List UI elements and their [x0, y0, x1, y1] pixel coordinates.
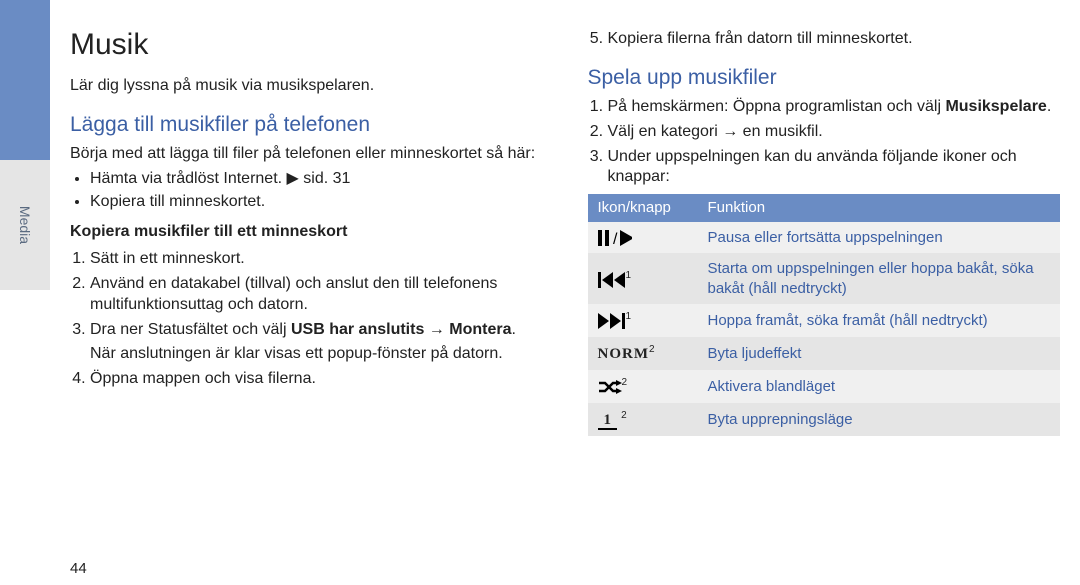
table-row: 1 Starta om uppspelningen eller hoppa ba… [588, 253, 1061, 304]
play-step-1-app-bold: Musikspelare [945, 98, 1046, 115]
copy-steps-continued: Kopiera filerna från datorn till minnesk… [588, 29, 1061, 50]
table-row: 1 Hoppa framåt, söka framåt (håll nedtry… [588, 304, 1061, 337]
cell-func-skip-back: Starta om uppspelningen eller hoppa bakå… [698, 253, 1061, 304]
cell-icon-repeat-one: 1 2 [588, 403, 698, 437]
cell-func-pause-play: Pausa eller fortsätta uppspelningen [698, 222, 1061, 254]
superscript: 2 [649, 344, 655, 355]
play-step-1: På hemskärmen: Öppna programlistan och v… [608, 97, 1061, 118]
pause-play-icon: / [598, 230, 632, 246]
add-files-intro: Börja med att lägga till filer på telefo… [70, 144, 543, 165]
sidebar-accent [0, 0, 50, 160]
page-number: 44 [70, 560, 87, 577]
intro-text: Lär dig lyssna på musik via musikspelare… [70, 76, 543, 97]
copy-step-1: Sätt in ett minneskort. [90, 249, 543, 270]
add-files-bullets: Hämta via trådlöst Internet. ▶ sid. 31 K… [70, 169, 543, 213]
cell-func-shuffle: Aktivera blandläget [698, 370, 1061, 403]
copy-step-2: Använd en datakabel (tillval) och anslut… [90, 274, 543, 316]
copy-step-3-dot: . [511, 321, 515, 338]
page-title: Musik [70, 25, 543, 64]
svg-text:/: / [613, 231, 618, 246]
copy-step-3-arrow: → [424, 321, 449, 338]
table-row: / Pausa eller fortsätta uppspelningen [588, 222, 1061, 254]
shuffle-icon [598, 379, 622, 395]
cell-icon-skip-forward: 1 [588, 304, 698, 337]
cell-icon-norm: NORM2 [588, 337, 698, 371]
superscript: 1 [626, 270, 632, 281]
play-step-2: Välj en kategori → en musikfil. [608, 122, 1061, 143]
cell-func-skip-forward: Hoppa framåt, söka framåt (håll nedtryck… [698, 304, 1061, 337]
play-step-1a: På hemskärmen: Öppna programlistan och v… [608, 98, 946, 115]
copy-step-3: Dra ner Statusfältet och välj USB har an… [90, 320, 543, 366]
copy-step-3a: Dra ner Statusfältet och välj [90, 321, 291, 338]
heading-copy-to-card: Kopiera musikfiler till ett minneskort [70, 222, 543, 243]
cell-icon-skip-back: 1 [588, 253, 698, 304]
heading-play-files: Spela upp musikfiler [588, 64, 1061, 91]
triangle-right-icon: ▶ [287, 169, 299, 190]
bullet-wireless-text-b: sid. 31 [299, 170, 351, 187]
copy-step-3-mount-bold: Montera [449, 321, 511, 338]
copy-step-5: Kopiera filerna från datorn till minnesk… [608, 29, 1061, 50]
th-icon: Ikon/knapp [588, 194, 698, 222]
repeat-one-icon: 1 [598, 412, 618, 430]
copy-step-4: Öppna mappen och visa filerna. [90, 369, 543, 390]
superscript: 1 [626, 311, 632, 322]
cell-icon-pause-play: / [588, 222, 698, 254]
copy-steps: Sätt in ett minneskort. Använd en dataka… [70, 249, 543, 390]
table-header-row: Ikon/knapp Funktion [588, 194, 1061, 222]
table-row: NORM2 Byta ljudeffekt [588, 337, 1061, 371]
cell-icon-shuffle: 2 [588, 370, 698, 403]
play-steps: På hemskärmen: Öppna programlistan och v… [588, 97, 1061, 188]
table-row: 1 2 Byta upprepningsläge [588, 403, 1061, 437]
play-step-1c: . [1047, 98, 1051, 115]
heading-add-files: Lägga till musikfiler på telefonen [70, 111, 543, 138]
bullet-wireless-text-a: Hämta via trådlöst Internet. [90, 170, 287, 187]
cell-func-repeat-one: Byta upprepningsläge [698, 403, 1061, 437]
skip-back-icon [598, 272, 626, 288]
sidebar-tab: Media [0, 160, 50, 290]
main: Musik Lär dig lyssna på musik via musiks… [70, 25, 1060, 575]
table-row: 2 Aktivera blandläget [588, 370, 1061, 403]
th-function: Funktion [698, 194, 1061, 222]
sidebar: Media [0, 0, 50, 585]
superscript: 2 [621, 410, 627, 421]
norm-icon: NORM [598, 346, 650, 362]
bullet-copy-card: Kopiera till minneskortet. [90, 192, 543, 213]
play-step-3: Under uppspelningen kan du använda följa… [608, 147, 1061, 189]
sidebar-label: Media [17, 206, 33, 244]
right-column: Kopiera filerna från datorn till minnesk… [588, 25, 1061, 575]
copy-step-3-note: När anslutningen är klar visas ett popup… [90, 344, 543, 365]
superscript: 2 [622, 377, 628, 388]
copy-step-3-usb-bold: USB har anslutits [291, 321, 424, 338]
left-column: Musik Lär dig lyssna på musik via musiks… [70, 25, 543, 575]
skip-forward-icon [598, 313, 626, 329]
bullet-wireless: Hämta via trådlöst Internet. ▶ sid. 31 [90, 169, 543, 190]
cell-func-norm: Byta ljudeffekt [698, 337, 1061, 371]
icon-function-table: Ikon/knapp Funktion / Pausa eller fortsä… [588, 194, 1061, 436]
